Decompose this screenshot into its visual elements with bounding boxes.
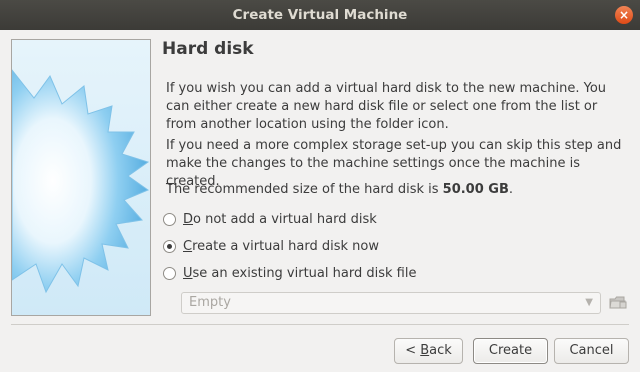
radio-existing-disk-label: Use an existing virtual hard disk file [183,266,416,281]
recommended-size-value: 50.00 GB [442,182,509,197]
radio-no-disk-mnemonic: D [183,211,194,227]
radio-existing-disk-text: se an existing virtual hard disk file [192,265,417,281]
recommended-suffix: . [508,182,514,197]
choose-disk-file-button[interactable] [608,293,628,313]
chevron-down-icon: ▼ [585,297,593,308]
existing-disk-select[interactable]: Empty ▼ [181,292,601,314]
description-paragraph-1: If you wish you can add a virtual hard d… [166,81,607,132]
radio-no-disk-text: o not add a virtual hard disk [193,211,377,227]
close-button[interactable]: × [615,6,633,24]
radio-no-disk[interactable]: Do not add a virtual hard disk [163,210,377,228]
window-title: Create Virtual Machine [232,7,408,23]
back-label: ack [429,343,452,358]
radio-existing-disk-indicator[interactable] [163,266,176,280]
cancel-label: Cancel [569,343,614,358]
folder-icon [609,296,627,309]
close-icon: × [618,8,630,22]
radio-existing-disk-mnemonic: U [183,265,193,281]
radio-no-disk-indicator[interactable] [163,212,176,226]
back-button[interactable]: < Back [394,338,463,364]
footer-divider [11,324,629,325]
recommended-size-text: The recommended size of the hard disk is… [166,182,513,197]
radio-create-disk[interactable]: Create a virtual hard disk now [163,237,379,255]
wizard-side-image [11,39,151,316]
radio-create-disk-indicator[interactable] [163,239,176,253]
back-mnemonic: B [420,343,430,358]
create-label: Create [488,343,533,358]
recommended-prefix: The recommended size of the hard disk is [166,182,443,197]
create-button[interactable]: Create [473,338,548,364]
page-title: Hard disk [162,39,254,59]
cancel-button[interactable]: Cancel [554,338,629,364]
existing-disk-value: Empty [189,295,231,310]
back-prefix: < [405,343,421,358]
radio-create-disk-mnemonic: C [183,238,193,254]
radio-create-disk-text: reate a virtual hard disk now [192,238,379,254]
radio-no-disk-label: Do not add a virtual hard disk [183,212,377,227]
starburst-icon [12,40,150,315]
title-bar: Create Virtual Machine × [0,0,640,30]
radio-create-disk-label: Create a virtual hard disk now [183,239,379,254]
radio-existing-disk[interactable]: Use an existing virtual hard disk file [163,264,416,282]
